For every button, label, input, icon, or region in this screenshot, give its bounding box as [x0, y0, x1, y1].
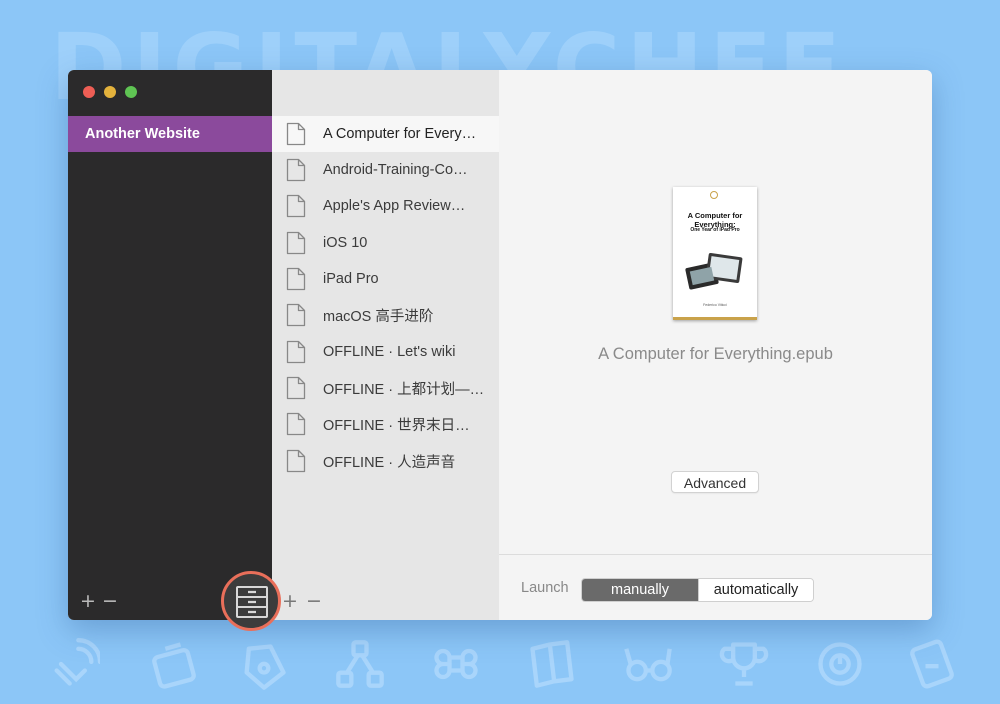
trophy-icon — [719, 642, 769, 686]
launch-segmented-control: manually automatically — [581, 578, 814, 602]
sidebar-item-another-website[interactable]: Another Website — [68, 116, 272, 152]
ipad-illustration-icon — [685, 253, 743, 290]
list-item-label: A Computer for Every… — [323, 126, 477, 142]
list-item[interactable]: OFFLINE · 上都计划—… — [272, 370, 499, 406]
list-item[interactable]: Apple's App Review… — [272, 188, 499, 224]
book-icon — [530, 640, 574, 688]
close-button[interactable] — [83, 86, 95, 98]
file-list: A Computer for Every… Android-Training-C… — [272, 70, 499, 620]
document-icon — [286, 267, 306, 291]
list-item[interactable]: OFFLINE · 人造声音 — [272, 443, 499, 479]
document-icon — [286, 231, 306, 255]
library-toggle-button[interactable] — [221, 571, 281, 631]
list-item[interactable]: A Computer for Every… — [272, 116, 499, 152]
launch-manually-option[interactable]: manually — [582, 579, 698, 601]
nodes-icon — [336, 640, 384, 688]
list-item-label: OFFLINE · 世界末日… — [323, 417, 470, 434]
command-icon — [434, 648, 478, 680]
advanced-button[interactable]: Advanced — [671, 471, 759, 493]
sidebar: Another Website + − — [68, 70, 272, 620]
clock-icon — [818, 642, 862, 686]
document-icon — [286, 303, 306, 327]
list-item-label: OFFLINE · 上都计划—… — [323, 381, 485, 398]
sidebar-remove-button[interactable]: − — [102, 592, 118, 611]
list-item[interactable]: macOS 高手进阶 — [272, 297, 499, 333]
sidebar-add-button[interactable]: + — [80, 592, 96, 611]
zoom-button[interactable] — [125, 86, 137, 98]
list-remove-button[interactable]: − — [306, 592, 322, 611]
wifi-hand-icon — [54, 638, 100, 686]
window-controls — [83, 86, 137, 98]
list-item-label: macOS 高手进阶 — [323, 308, 434, 325]
divider — [499, 554, 932, 555]
glasses-icon — [624, 648, 672, 682]
background-icon-row — [0, 630, 1000, 700]
document-icon — [286, 158, 306, 182]
document-icon — [286, 122, 306, 146]
list-item-label: Android-Training-Co… — [323, 162, 468, 178]
list-item[interactable]: iOS 10 — [272, 225, 499, 261]
book-cover: A Computer for Everything: One Year of i… — [673, 187, 757, 320]
document-icon — [286, 340, 306, 364]
launch-automatically-option[interactable]: automatically — [698, 579, 813, 601]
box-icon — [152, 642, 196, 689]
cover-strip — [673, 317, 757, 320]
cabinet-icon — [236, 586, 268, 618]
list-item[interactable]: iPad Pro — [272, 261, 499, 297]
cover-author: Federico Viticci — [703, 303, 727, 307]
document-icon — [286, 376, 306, 400]
list-item-label: Apple's App Review… — [323, 198, 466, 214]
minimize-button[interactable] — [104, 86, 116, 98]
list-item-label: iOS 10 — [323, 235, 368, 251]
document-icon — [286, 194, 306, 218]
tag-icon — [244, 644, 286, 690]
list-add-button[interactable]: + — [282, 592, 298, 611]
list-item-label: OFFLINE · 人造声音 — [323, 454, 456, 471]
list-item-label: iPad Pro — [323, 271, 379, 287]
list-item[interactable]: OFFLINE · 世界末日… — [272, 406, 499, 442]
file-name: A Computer for Everything.epub — [598, 345, 833, 363]
list-item[interactable]: Android-Training-Co… — [272, 152, 499, 188]
cover-subtitle: One Year of iPad Pro — [690, 227, 740, 233]
app-window: Another Website + − A Computer for Every… — [68, 70, 932, 620]
detail-pane: A Computer for Everything: One Year of i… — [499, 70, 932, 620]
document-icon — [286, 412, 306, 436]
list-item-label: OFFLINE · Let's wiki — [323, 344, 456, 360]
launch-label: Launch — [521, 580, 569, 596]
list-item[interactable]: OFFLINE · Let's wiki — [272, 334, 499, 370]
document-icon — [286, 449, 306, 473]
card-icon — [910, 639, 954, 689]
cover-emblem-icon — [710, 191, 718, 199]
